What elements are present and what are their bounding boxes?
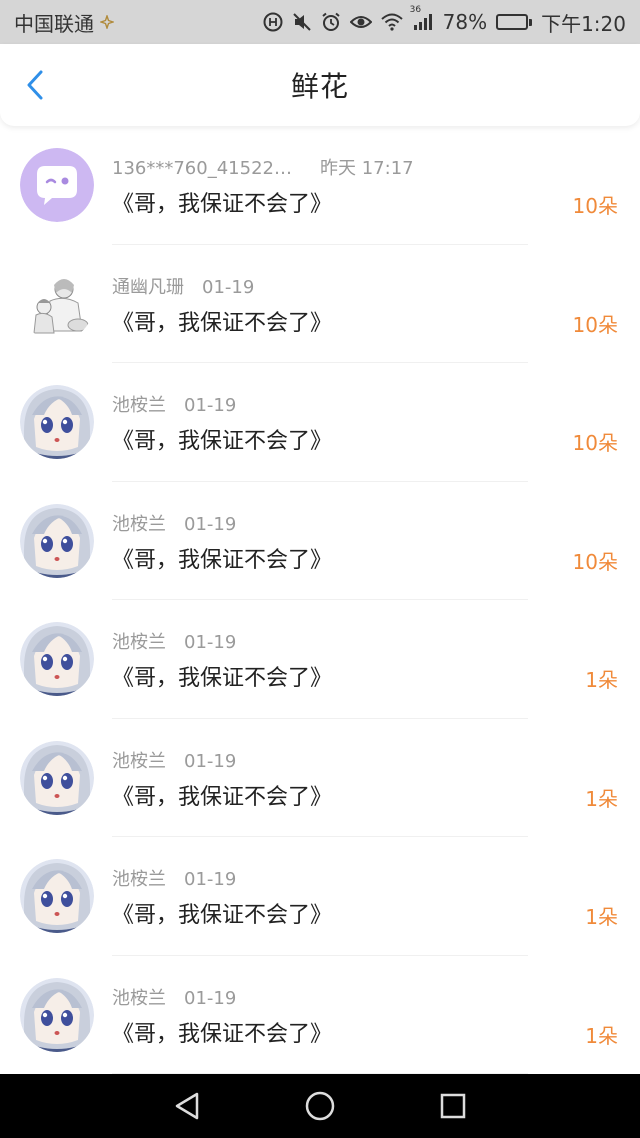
flower-count: 1朵 <box>585 786 618 811</box>
sender-name: 池桉兰 <box>112 750 166 772</box>
avatar[interactable] <box>20 859 94 934</box>
list-item[interactable]: 池桉兰 01-19 《哥，我保证不会了》 1朵 <box>0 956 640 1074</box>
sender-name: 池桉兰 <box>112 987 166 1009</box>
flower-count: 10朵 <box>572 194 618 218</box>
status-bar: 中国联通 36 78% 下午1:20 <box>0 0 640 44</box>
timestamp: 01-19 <box>202 276 255 298</box>
nav-back-button[interactable] <box>167 1086 207 1126</box>
list-item[interactable]: 池桉兰 01-19 《哥，我保证不会了》 10朵 <box>0 363 640 482</box>
flower-count: 10朵 <box>572 312 618 337</box>
row-meta: 池桉兰 01-19 <box>112 628 236 654</box>
row-meta: 池桉兰 01-19 <box>112 747 236 773</box>
sender-name: 池桉兰 <box>112 869 166 890</box>
square-recents-icon <box>441 1093 466 1119</box>
avatar[interactable] <box>20 385 94 460</box>
timestamp: 01-19 <box>184 987 237 1009</box>
timestamp: 01-19 <box>184 750 237 772</box>
sender-name: 通幽凡珊 <box>112 276 184 298</box>
status-left: 中国联通 <box>14 8 114 37</box>
book-title: 《哥，我保证不会了》 <box>112 547 333 573</box>
avatar[interactable] <box>20 622 94 697</box>
timestamp: 01-19 <box>184 632 237 653</box>
flower-count: 1朵 <box>585 668 618 692</box>
book-title: 《哥，我保证不会了》 <box>112 192 333 217</box>
row-meta: 池桉兰 01-19 <box>112 865 236 891</box>
row-meta: 池桉兰 01-19 <box>112 391 236 417</box>
flower-count: 1朵 <box>585 905 618 929</box>
battery-percent: 78% <box>442 10 488 34</box>
avatar[interactable] <box>20 266 94 341</box>
status-right: 36 78% 下午1:20 <box>263 5 626 37</box>
book-title: 《哥，我保证不会了》 <box>112 903 333 928</box>
header: 鲜花 <box>0 44 640 126</box>
hd-call-icon <box>263 12 283 32</box>
sparkle-icon <box>100 15 114 29</box>
page-title: 鲜花 <box>290 70 349 103</box>
timestamp: 01-19 <box>184 869 237 890</box>
carrier-label: 中国联通 <box>14 11 94 36</box>
alarm-icon <box>321 12 341 32</box>
flower-gift-list: 136***760_415221... 昨天 17:17 《哥，我保证不会了》 10朵… <box>0 126 640 1074</box>
flower-count: 10朵 <box>572 549 618 574</box>
book-title: 《哥，我保证不会了》 <box>112 429 333 454</box>
mute-icon <box>292 12 312 32</box>
nav-home-button[interactable] <box>300 1086 340 1126</box>
row-meta: 136***760_415221... 昨天 17:17 <box>112 154 414 180</box>
list-item[interactable]: 池桉兰 01-19 《哥，我保证不会了》 10朵 <box>0 482 640 600</box>
flower-count: 1朵 <box>585 1023 618 1048</box>
list-item[interactable]: 池桉兰 01-19 《哥，我保证不会了》 1朵 <box>0 719 640 837</box>
list-item[interactable]: 136***760_415221... 昨天 17:17 《哥，我保证不会了》 10朵 <box>0 126 640 245</box>
timestamp: 01-19 <box>184 513 237 535</box>
back-button[interactable] <box>20 70 50 100</box>
list-item[interactable]: 通幽凡珊 01-19 《哥，我保证不会了》 10朵 <box>0 245 640 363</box>
navigation-bar <box>0 1074 640 1138</box>
wifi-icon <box>380 13 403 31</box>
avatar[interactable] <box>20 977 94 1052</box>
sender-name: 池桉兰 <box>112 395 166 416</box>
timestamp: 昨天 17:17 <box>320 158 414 179</box>
avatar[interactable] <box>20 503 94 578</box>
sender-name: 池桉兰 <box>112 632 166 653</box>
row-meta: 池桉兰 01-19 <box>112 984 236 1010</box>
book-title: 《哥，我保证不会了》 <box>112 784 333 810</box>
flower-count: 10朵 <box>572 431 618 455</box>
book-title: 《哥，我保证不会了》 <box>112 310 333 336</box>
avatar[interactable] <box>20 740 94 815</box>
signal-icon: 36 <box>410 5 434 31</box>
eye-icon <box>349 14 372 30</box>
network-type-label: 36 <box>409 5 422 15</box>
row-meta: 通幽凡珊 01-19 <box>112 273 254 299</box>
battery-icon <box>496 14 533 30</box>
row-meta: 池桉兰 01-19 <box>112 510 236 536</box>
chevron-left-icon <box>27 70 43 100</box>
avatar[interactable] <box>20 148 94 223</box>
timestamp: 01-19 <box>184 395 237 416</box>
list-item[interactable]: 池桉兰 01-19 《哥，我保证不会了》 1朵 <box>0 600 640 719</box>
circle-home-icon <box>305 1091 335 1121</box>
triangle-back-icon <box>175 1092 198 1120</box>
sender-name: 136***760_415221... <box>112 158 302 179</box>
sender-name: 池桉兰 <box>112 513 166 535</box>
book-title: 《哥，我保证不会了》 <box>112 1021 333 1047</box>
book-title: 《哥，我保证不会了》 <box>112 666 333 691</box>
list-item[interactable]: 池桉兰 01-19 《哥，我保证不会了》 1朵 <box>0 837 640 956</box>
nav-recents-button[interactable] <box>433 1086 473 1126</box>
clock: 下午1:20 <box>541 11 626 36</box>
